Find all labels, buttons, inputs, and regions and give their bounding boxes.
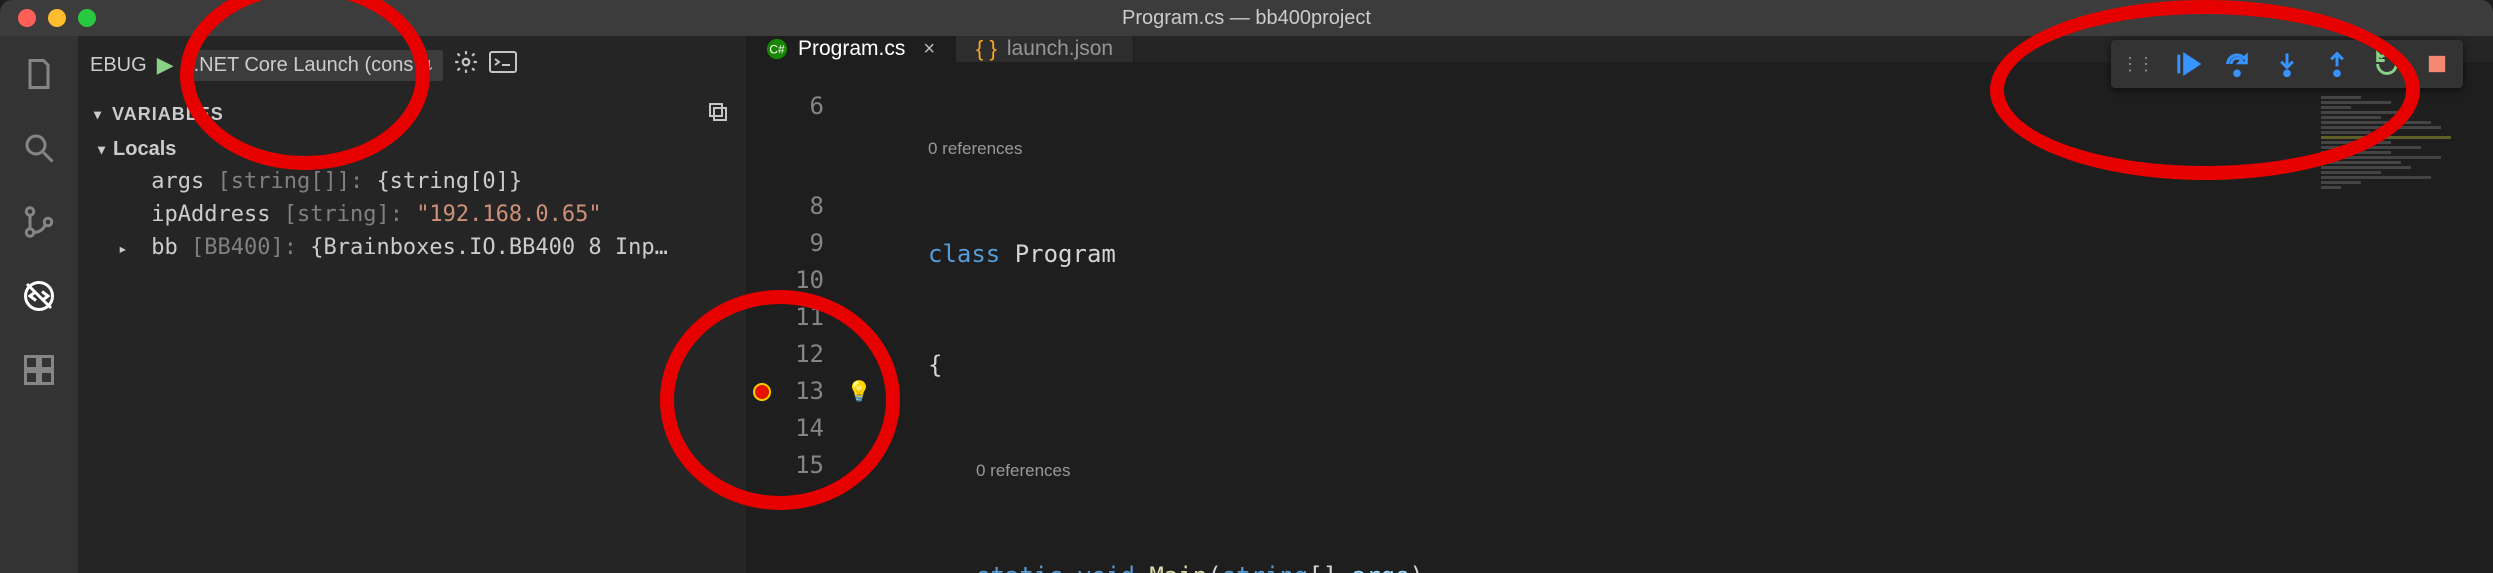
codelens-references[interactable]: 0 references xyxy=(880,136,2493,162)
variables-title: VARIABLES xyxy=(112,104,224,125)
collapse-all-icon[interactable] xyxy=(706,100,730,129)
variable-row[interactable]: args [string[]]: {string[0]} xyxy=(78,165,746,198)
breakpoint-current-icon[interactable] xyxy=(753,383,771,401)
tab-launch-json[interactable]: { } launch.json xyxy=(956,36,1134,62)
debug-console-icon[interactable] xyxy=(489,51,517,79)
variable-row[interactable]: ipAddress [string]: "192.168.0.65" xyxy=(78,198,746,231)
code-editor[interactable]: 6 8 9 10 11 12 13 14 15 xyxy=(746,62,2493,573)
lightbulb-icon[interactable]: 💡 xyxy=(847,373,872,410)
editor-tabbar: C# Program.cs × { } launch.json ⋮⋮ xyxy=(746,36,2493,62)
window-title: Program.cs — bb400project xyxy=(0,7,2493,30)
titlebar: Program.cs — bb400project xyxy=(0,0,2493,36)
debug-config-label: .NET Core Launch (cons xyxy=(194,54,414,77)
source-control-icon[interactable] xyxy=(19,202,59,242)
csharp-file-icon: C# xyxy=(766,38,788,60)
window-zoom-button[interactable] xyxy=(78,9,96,27)
breakpoint-gutter[interactable] xyxy=(746,62,778,573)
chevron-right-icon[interactable]: ▸ xyxy=(118,239,132,258)
json-file-icon: { } xyxy=(976,36,997,62)
extensions-icon[interactable] xyxy=(19,350,59,390)
start-debug-button[interactable]: ▶ xyxy=(157,52,174,78)
locals-scope-header[interactable]: ▾ Locals xyxy=(78,134,746,165)
tab-label: launch.json xyxy=(1007,37,1113,61)
debug-icon[interactable] xyxy=(19,276,59,316)
search-icon[interactable] xyxy=(19,128,59,168)
variable-row[interactable]: ▸ bb [BB400]: {Brainboxes.IO.BB400 8 Inp… xyxy=(78,231,746,264)
tab-program-cs[interactable]: C# Program.cs × xyxy=(746,36,956,62)
editor-area: C# Program.cs × { } launch.json ⋮⋮ xyxy=(746,36,2493,573)
tab-label: Program.cs xyxy=(798,37,905,61)
code-content[interactable]: 0 references class Program { 0 reference… xyxy=(880,62,2493,573)
svg-text:C#: C# xyxy=(769,43,785,57)
line-number-gutter: 6 8 9 10 11 12 13 14 15 xyxy=(778,62,838,573)
debug-label: EBUG xyxy=(90,54,147,77)
minimap[interactable] xyxy=(2313,94,2493,573)
chevron-down-icon: ▾ xyxy=(94,106,102,123)
window-close-button[interactable] xyxy=(18,9,36,27)
close-icon[interactable]: × xyxy=(923,38,935,61)
locals-label: Locals xyxy=(113,138,176,161)
chevron-down-icon: ▾ xyxy=(98,141,105,158)
variables-panel-header[interactable]: ▾ VARIABLES xyxy=(78,94,746,134)
glyph-gutter: 💡 xyxy=(838,62,880,573)
debug-sidebar: EBUG ▶ .NET Core Launch (cons ⇅ ▾ VARIAB… xyxy=(78,36,746,573)
explorer-icon[interactable] xyxy=(19,54,59,94)
debug-config-selector[interactable]: .NET Core Launch (cons ⇅ xyxy=(184,50,443,81)
codelens-references[interactable]: 0 references xyxy=(880,458,2493,484)
chevron-updown-icon: ⇅ xyxy=(421,57,433,74)
debug-toolbar: EBUG ▶ .NET Core Launch (cons ⇅ xyxy=(78,36,746,94)
gear-icon[interactable] xyxy=(453,49,479,81)
activity-bar xyxy=(0,36,78,573)
window-minimize-button[interactable] xyxy=(48,9,66,27)
